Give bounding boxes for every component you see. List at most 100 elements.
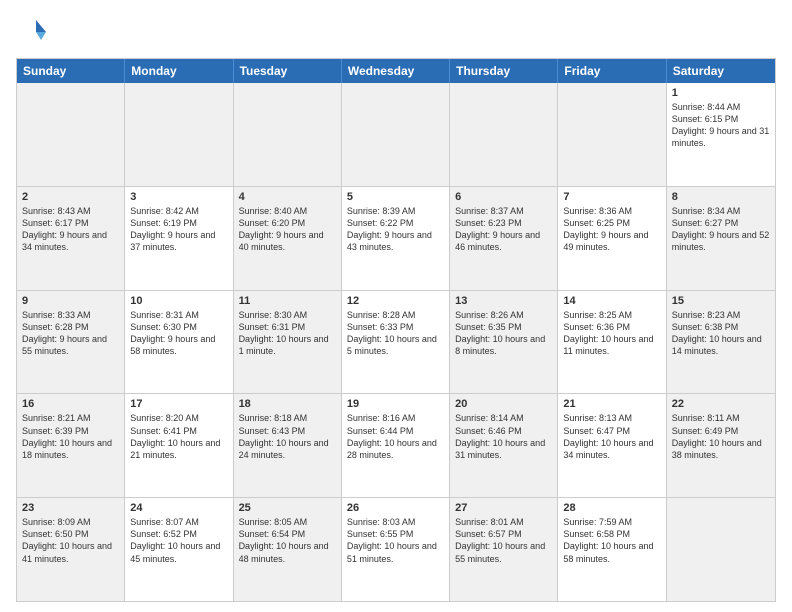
day-info: Sunrise: 8:33 AM Sunset: 6:28 PM Dayligh… bbox=[22, 309, 119, 358]
logo-icon bbox=[16, 16, 48, 48]
cal-cell-2-3: 4 Sunrise: 8:40 AM Sunset: 6:20 PM Daylig… bbox=[234, 187, 342, 290]
day-info: Sunrise: 8:16 AM Sunset: 6:44 PM Dayligh… bbox=[347, 412, 444, 461]
calendar-body: 1 Sunrise: 8:44 AM Sunset: 6:15 PM Daylig… bbox=[17, 83, 775, 601]
day-info: Sunrise: 8:01 AM Sunset: 6:57 PM Dayligh… bbox=[455, 516, 552, 565]
cal-cell-1-1 bbox=[17, 83, 125, 186]
day-number: 18 bbox=[239, 398, 336, 410]
cal-cell-1-5 bbox=[450, 83, 558, 186]
day-number: 8 bbox=[672, 191, 770, 203]
cal-cell-2-5: 6Sunrise: 8:37 AM Sunset: 6:23 PM Daylig… bbox=[450, 187, 558, 290]
cal-cell-4-3: 18 Sunrise: 8:18 AM Sunset: 6:43 PM Dayli… bbox=[234, 394, 342, 497]
day-info: Sunrise: 8:05 AM Sunset: 6:54 PM Dayligh… bbox=[239, 516, 336, 565]
cal-cell-3-7: 15 Sunrise: 8:23 AM Sunset: 6:38 PM Dayli… bbox=[667, 291, 775, 394]
day-info: Sunrise: 8:30 AM Sunset: 6:31 PM Dayligh… bbox=[239, 309, 336, 358]
logo bbox=[16, 16, 52, 48]
day-info: Sunrise: 8:36 AM Sunset: 6:25 PM Dayligh… bbox=[563, 205, 660, 254]
day-number: 14 bbox=[563, 295, 660, 307]
cal-cell-3-1: 9 Sunrise: 8:33 AM Sunset: 6:28 PM Daylig… bbox=[17, 291, 125, 394]
cal-cell-5-1: 23 Sunrise: 8:09 AM Sunset: 6:50 PM Dayli… bbox=[17, 498, 125, 601]
calendar-header: SundayMondayTuesdayWednesdayThursdayFrid… bbox=[17, 59, 775, 83]
day-info: Sunrise: 8:26 AM Sunset: 6:35 PM Dayligh… bbox=[455, 309, 552, 358]
day-number: 12 bbox=[347, 295, 444, 307]
day-number: 15 bbox=[672, 295, 770, 307]
cal-cell-1-7: 1 Sunrise: 8:44 AM Sunset: 6:15 PM Daylig… bbox=[667, 83, 775, 186]
cal-cell-1-6 bbox=[558, 83, 666, 186]
header-day-monday: Monday bbox=[125, 59, 233, 83]
page: SundayMondayTuesdayWednesdayThursdayFrid… bbox=[0, 0, 792, 612]
header-day-tuesday: Tuesday bbox=[234, 59, 342, 83]
day-info: Sunrise: 8:11 AM Sunset: 6:49 PM Dayligh… bbox=[672, 412, 770, 461]
header-day-thursday: Thursday bbox=[450, 59, 558, 83]
cal-cell-4-6: 21 Sunrise: 8:13 AM Sunset: 6:47 PM Dayli… bbox=[558, 394, 666, 497]
day-number: 20 bbox=[455, 398, 552, 410]
cal-cell-1-3 bbox=[234, 83, 342, 186]
cal-cell-4-2: 17 Sunrise: 8:20 AM Sunset: 6:41 PM Dayli… bbox=[125, 394, 233, 497]
calendar: SundayMondayTuesdayWednesdayThursdayFrid… bbox=[16, 58, 776, 602]
day-number: 23 bbox=[22, 502, 119, 514]
day-info: Sunrise: 8:34 AM Sunset: 6:27 PM Dayligh… bbox=[672, 205, 770, 254]
day-number: 19 bbox=[347, 398, 444, 410]
day-info: Sunrise: 7:59 AM Sunset: 6:58 PM Dayligh… bbox=[563, 516, 660, 565]
header bbox=[16, 16, 776, 48]
day-number: 13 bbox=[455, 295, 552, 307]
day-number: 11 bbox=[239, 295, 336, 307]
day-info: Sunrise: 8:03 AM Sunset: 6:55 PM Dayligh… bbox=[347, 516, 444, 565]
day-info: Sunrise: 8:18 AM Sunset: 6:43 PM Dayligh… bbox=[239, 412, 336, 461]
day-number: 22 bbox=[672, 398, 770, 410]
day-info: Sunrise: 8:31 AM Sunset: 6:30 PM Dayligh… bbox=[130, 309, 227, 358]
day-info: Sunrise: 8:23 AM Sunset: 6:38 PM Dayligh… bbox=[672, 309, 770, 358]
cal-cell-5-7 bbox=[667, 498, 775, 601]
day-info: Sunrise: 8:25 AM Sunset: 6:36 PM Dayligh… bbox=[563, 309, 660, 358]
cal-cell-1-4 bbox=[342, 83, 450, 186]
week-row-5: 23 Sunrise: 8:09 AM Sunset: 6:50 PM Dayli… bbox=[17, 498, 775, 601]
day-number: 21 bbox=[563, 398, 660, 410]
day-info: Sunrise: 8:43 AM Sunset: 6:17 PM Dayligh… bbox=[22, 205, 119, 254]
day-info: Sunrise: 8:28 AM Sunset: 6:33 PM Dayligh… bbox=[347, 309, 444, 358]
day-info: Sunrise: 8:37 AM Sunset: 6:23 PM Dayligh… bbox=[455, 205, 552, 254]
day-number: 17 bbox=[130, 398, 227, 410]
day-number: 5 bbox=[347, 191, 444, 203]
header-day-saturday: Saturday bbox=[667, 59, 775, 83]
day-info: Sunrise: 8:13 AM Sunset: 6:47 PM Dayligh… bbox=[563, 412, 660, 461]
day-number: 28 bbox=[563, 502, 660, 514]
day-number: 1 bbox=[672, 87, 770, 99]
day-info: Sunrise: 8:21 AM Sunset: 6:39 PM Dayligh… bbox=[22, 412, 119, 461]
day-info: Sunrise: 8:44 AM Sunset: 6:15 PM Dayligh… bbox=[672, 101, 770, 150]
cal-cell-4-1: 16Sunrise: 8:21 AM Sunset: 6:39 PM Dayli… bbox=[17, 394, 125, 497]
cal-cell-3-2: 10Sunrise: 8:31 AM Sunset: 6:30 PM Dayli… bbox=[125, 291, 233, 394]
day-number: 7 bbox=[563, 191, 660, 203]
day-number: 3 bbox=[130, 191, 227, 203]
cal-cell-2-2: 3 Sunrise: 8:42 AM Sunset: 6:19 PM Daylig… bbox=[125, 187, 233, 290]
cal-cell-3-6: 14 Sunrise: 8:25 AM Sunset: 6:36 PM Dayli… bbox=[558, 291, 666, 394]
cal-cell-2-4: 5 Sunrise: 8:39 AM Sunset: 6:22 PM Daylig… bbox=[342, 187, 450, 290]
cal-cell-2-6: 7 Sunrise: 8:36 AM Sunset: 6:25 PM Daylig… bbox=[558, 187, 666, 290]
cal-cell-2-7: 8 Sunrise: 8:34 AM Sunset: 6:27 PM Daylig… bbox=[667, 187, 775, 290]
day-number: 4 bbox=[239, 191, 336, 203]
cal-cell-1-2 bbox=[125, 83, 233, 186]
day-info: Sunrise: 8:14 AM Sunset: 6:46 PM Dayligh… bbox=[455, 412, 552, 461]
cal-cell-3-4: 12 Sunrise: 8:28 AM Sunset: 6:33 PM Dayli… bbox=[342, 291, 450, 394]
week-row-1: 1 Sunrise: 8:44 AM Sunset: 6:15 PM Daylig… bbox=[17, 83, 775, 187]
day-info: Sunrise: 8:20 AM Sunset: 6:41 PM Dayligh… bbox=[130, 412, 227, 461]
header-day-friday: Friday bbox=[558, 59, 666, 83]
day-number: 24 bbox=[130, 502, 227, 514]
cal-cell-4-4: 19 Sunrise: 8:16 AM Sunset: 6:44 PM Dayli… bbox=[342, 394, 450, 497]
cal-cell-4-5: 20 Sunrise: 8:14 AM Sunset: 6:46 PM Dayli… bbox=[450, 394, 558, 497]
day-info: Sunrise: 8:39 AM Sunset: 6:22 PM Dayligh… bbox=[347, 205, 444, 254]
header-day-wednesday: Wednesday bbox=[342, 59, 450, 83]
day-number: 2 bbox=[22, 191, 119, 203]
day-number: 9 bbox=[22, 295, 119, 307]
cal-cell-3-3: 11 Sunrise: 8:30 AM Sunset: 6:31 PM Dayli… bbox=[234, 291, 342, 394]
cal-cell-5-6: 28 Sunrise: 7:59 AM Sunset: 6:58 PM Dayli… bbox=[558, 498, 666, 601]
day-info: Sunrise: 8:40 AM Sunset: 6:20 PM Dayligh… bbox=[239, 205, 336, 254]
cal-cell-2-1: 2 Sunrise: 8:43 AM Sunset: 6:17 PM Daylig… bbox=[17, 187, 125, 290]
cal-cell-5-5: 27 Sunrise: 8:01 AM Sunset: 6:57 PM Dayli… bbox=[450, 498, 558, 601]
week-row-4: 16Sunrise: 8:21 AM Sunset: 6:39 PM Dayli… bbox=[17, 394, 775, 498]
day-info: Sunrise: 8:07 AM Sunset: 6:52 PM Dayligh… bbox=[130, 516, 227, 565]
week-row-3: 9 Sunrise: 8:33 AM Sunset: 6:28 PM Daylig… bbox=[17, 291, 775, 395]
cal-cell-3-5: 13 Sunrise: 8:26 AM Sunset: 6:35 PM Dayli… bbox=[450, 291, 558, 394]
cal-cell-5-4: 26Sunrise: 8:03 AM Sunset: 6:55 PM Dayli… bbox=[342, 498, 450, 601]
day-number: 27 bbox=[455, 502, 552, 514]
day-info: Sunrise: 8:09 AM Sunset: 6:50 PM Dayligh… bbox=[22, 516, 119, 565]
day-info: Sunrise: 8:42 AM Sunset: 6:19 PM Dayligh… bbox=[130, 205, 227, 254]
